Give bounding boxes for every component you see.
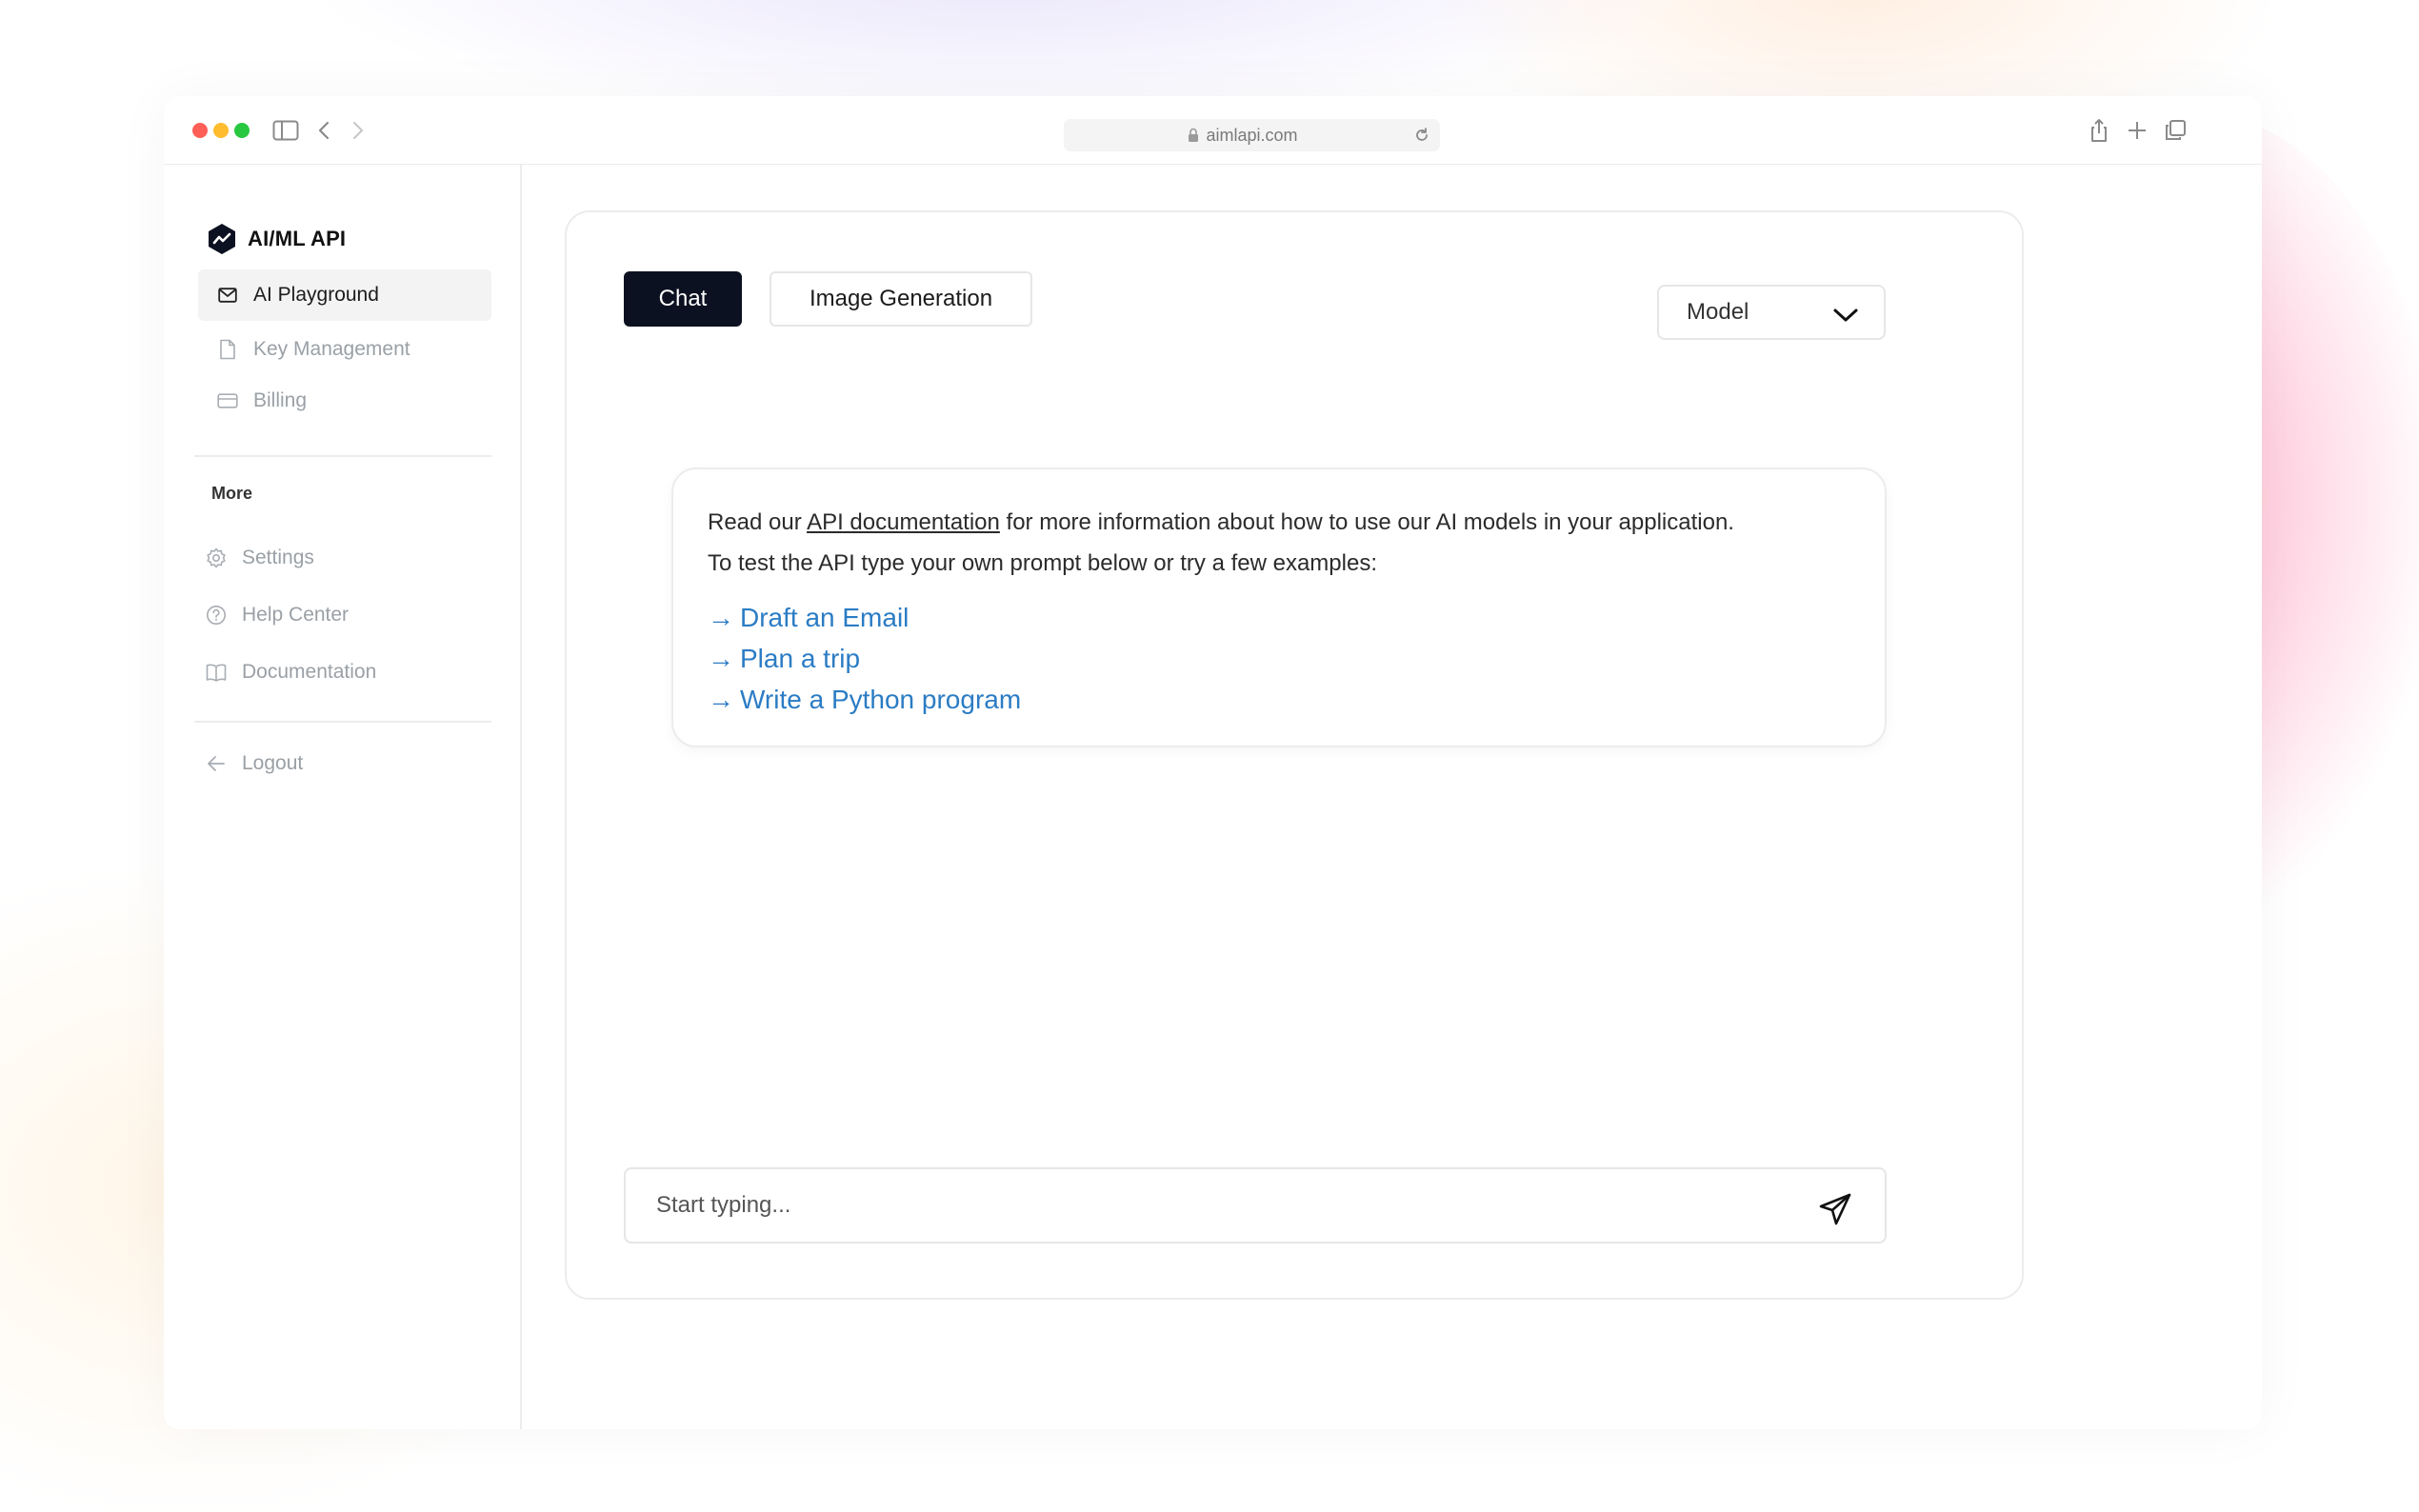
brand-logo-icon <box>206 223 238 255</box>
sidebar-item-label: Documentation <box>242 661 377 683</box>
credit-card-icon <box>217 390 238 411</box>
sidebar-item-settings[interactable]: Settings <box>206 532 499 584</box>
sidebar-divider <box>194 455 491 457</box>
arrow-right-icon: → <box>708 603 734 632</box>
tab-chat[interactable]: Chat <box>624 271 742 327</box>
url-text: aimlapi.com <box>1206 125 1298 145</box>
section-label-more: More <box>211 484 253 503</box>
gear-icon <box>206 547 227 568</box>
example-python-program[interactable]: → Write a Python program <box>708 685 1021 715</box>
example-label: Plan a trip <box>740 644 861 673</box>
sidebar-toggle-icon[interactable] <box>272 117 299 144</box>
sidebar-item-label: AI Playground <box>253 284 379 306</box>
prompt-input[interactable] <box>656 1186 1780 1224</box>
sidebar-item-documentation[interactable]: Documentation <box>206 647 499 698</box>
chevron-down-icon <box>1832 304 1859 330</box>
share-icon[interactable] <box>2086 117 2112 144</box>
example-label: Draft an Email <box>740 603 910 632</box>
minimize-window-button[interactable] <box>213 123 229 138</box>
model-select-value: Model <box>1687 299 1749 325</box>
help-circle-icon <box>206 605 227 626</box>
sidebar-item-key-management[interactable]: Key Management <box>198 324 491 375</box>
sidebar-item-billing[interactable]: Billing <box>198 375 491 427</box>
browser-window: aimlapi.com AI/ML API AI Playground Key … <box>164 96 2262 1429</box>
api-documentation-link[interactable]: API documentation <box>807 509 1000 535</box>
example-plan-trip[interactable]: → Plan a trip <box>708 644 860 674</box>
back-icon[interactable] <box>310 117 337 144</box>
playground-card: Chat Image Generation Model Read our API… <box>565 210 2024 1300</box>
reload-icon[interactable] <box>1413 127 1430 149</box>
sidebar-item-label: Logout <box>242 752 304 774</box>
book-icon <box>206 662 227 683</box>
sidebar-item-label: Key Management <box>253 338 410 360</box>
sidebar-divider <box>194 721 491 723</box>
lock-icon <box>1188 128 1199 148</box>
maximize-window-button[interactable] <box>234 123 250 138</box>
sidebar-item-help-center[interactable]: Help Center <box>206 589 499 641</box>
brand[interactable]: AI/ML API <box>206 223 346 255</box>
sidebar-item-label: Settings <box>242 547 314 568</box>
info-text: for more information about how to use ou… <box>999 509 1734 535</box>
example-draft-email[interactable]: → Draft an Email <box>708 603 909 633</box>
new-tab-icon[interactable] <box>2124 117 2150 144</box>
arrow-right-icon: → <box>708 685 734 714</box>
info-text: Read our <box>708 509 808 535</box>
sidebar-item-logout[interactable]: Logout <box>206 738 499 789</box>
example-label: Write a Python program <box>740 685 1022 714</box>
info-box: Read our API documentation for more info… <box>671 468 1887 747</box>
send-icon[interactable] <box>1818 1192 1852 1226</box>
info-line-2: To test the API type your own prompt bel… <box>708 550 1377 576</box>
document-icon <box>217 339 238 360</box>
model-select[interactable]: Model <box>1657 285 1886 340</box>
tab-image-generation[interactable]: Image Generation <box>770 271 1032 327</box>
address-bar[interactable]: aimlapi.com <box>1064 119 1440 151</box>
sidebar-item-label: Help Center <box>242 604 350 626</box>
mail-icon <box>217 285 238 306</box>
arrow-left-icon <box>206 753 227 774</box>
sidebar-item-label: Billing <box>253 389 308 411</box>
tabs-overview-icon[interactable] <box>2162 117 2189 144</box>
brand-name: AI/ML API <box>248 227 347 250</box>
prompt-input-bar <box>624 1167 1887 1243</box>
sidebar: AI/ML API AI Playground Key Management B… <box>164 165 522 1429</box>
forward-icon[interactable] <box>345 117 371 144</box>
browser-titlebar: aimlapi.com <box>164 96 2262 165</box>
sidebar-item-ai-playground[interactable]: AI Playground <box>198 269 491 321</box>
info-line-1: Read our API documentation for more info… <box>708 509 1734 536</box>
arrow-right-icon: → <box>708 644 734 673</box>
close-window-button[interactable] <box>192 123 208 138</box>
